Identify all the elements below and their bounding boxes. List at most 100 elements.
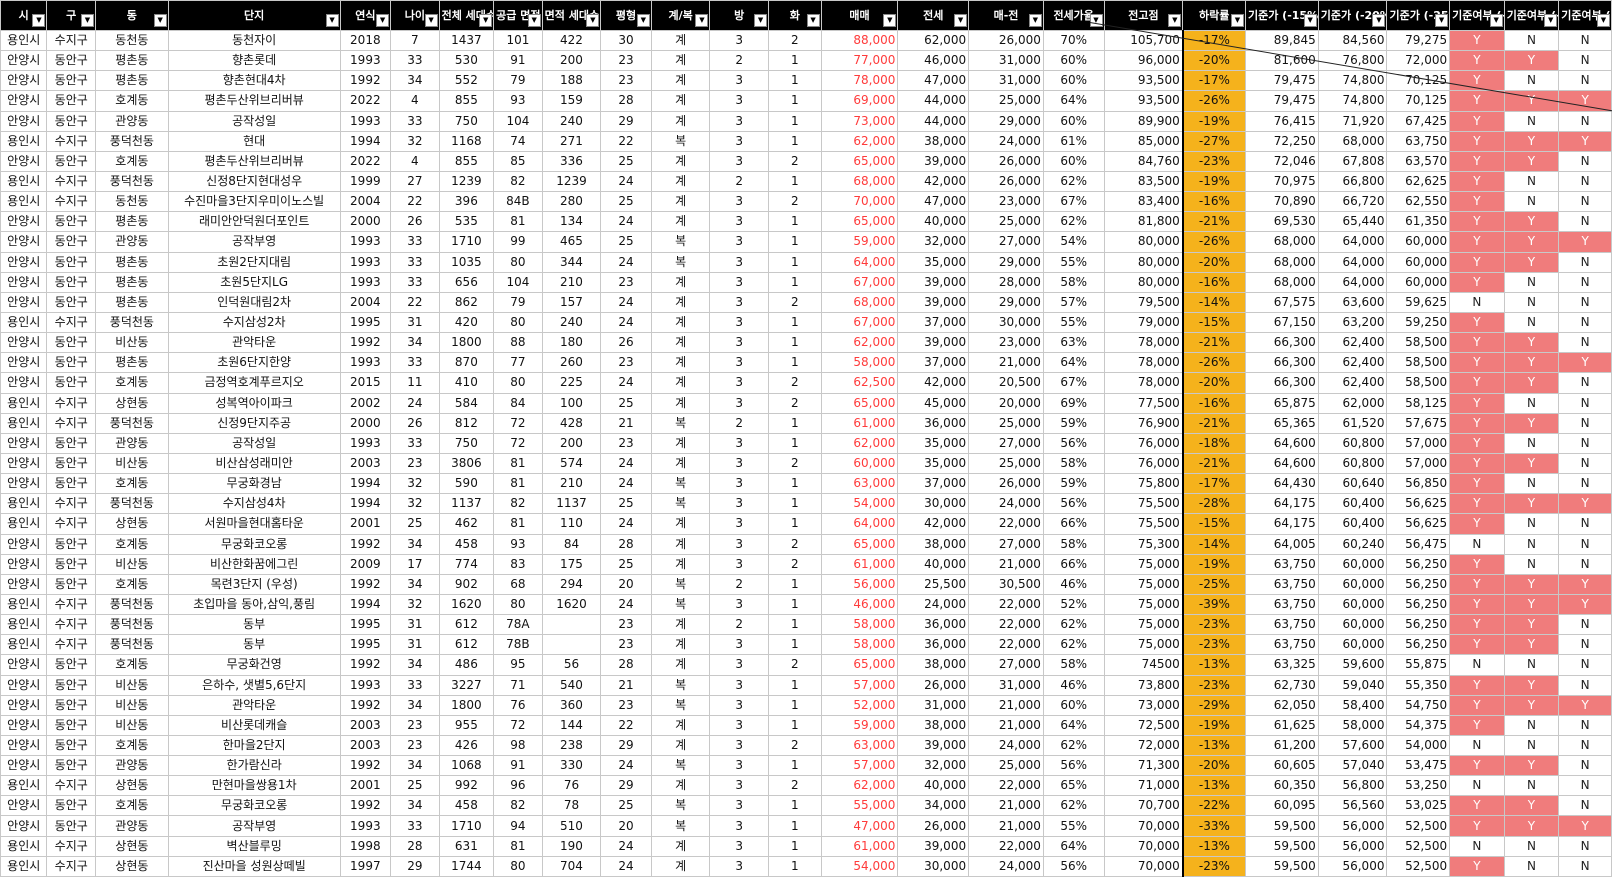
table-cell[interactable]: 복 <box>650 674 711 696</box>
table-cell[interactable]: 55,350 <box>1386 674 1451 696</box>
table-cell[interactable]: 2022 <box>339 150 392 172</box>
table-cell[interactable]: 82 <box>493 493 543 515</box>
table-cell[interactable]: 동안구 <box>46 50 96 72</box>
table-cell[interactable]: 관악타운 <box>167 694 341 716</box>
table-cell[interactable]: 53,475 <box>1386 755 1451 777</box>
table-cell[interactable]: 용인시 <box>0 634 48 656</box>
table-cell[interactable]: 1 <box>768 593 822 616</box>
table-cell[interactable]: -18% <box>1182 432 1246 454</box>
table-cell[interactable]: 80 <box>493 855 543 877</box>
table-cell[interactable]: Y <box>1449 432 1505 454</box>
table-cell[interactable]: 58,500 <box>1386 352 1451 374</box>
table-cell[interactable]: 계 <box>650 614 711 636</box>
table-cell[interactable]: 2 <box>768 775 822 797</box>
table-cell[interactable]: 96 <box>493 775 543 797</box>
table-cell[interactable]: Y <box>1449 231 1505 253</box>
table-cell[interactable]: 동안구 <box>46 271 96 293</box>
table-cell[interactable]: Y <box>1449 795 1505 817</box>
filter-dropdown-icon[interactable]: ▼ <box>1089 14 1103 27</box>
table-cell[interactable]: 60,095 <box>1244 795 1319 817</box>
table-cell[interactable]: 294 <box>541 573 602 595</box>
table-cell[interactable]: Y <box>1503 593 1560 616</box>
table-cell[interactable]: 3806 <box>438 452 495 475</box>
table-cell[interactable]: 240 <box>541 110 602 132</box>
table-cell[interactable]: N <box>1558 513 1612 535</box>
table-cell[interactable]: 안양시 <box>0 473 48 495</box>
table-cell[interactable]: 59,500 <box>1244 855 1319 877</box>
table-cell[interactable]: -21% <box>1182 211 1246 233</box>
table-cell[interactable]: 용인시 <box>0 835 48 857</box>
table-cell[interactable]: 용인시 <box>0 513 48 535</box>
table-cell[interactable]: 1992 <box>339 332 392 354</box>
table-cell[interactable]: 신정8단지현대성우 <box>167 170 341 193</box>
table-cell[interactable]: 80 <box>493 593 543 616</box>
table-cell[interactable]: 70% <box>1042 29 1105 52</box>
table-cell[interactable]: Y <box>1558 231 1612 253</box>
table-cell[interactable]: 750 <box>438 432 495 454</box>
table-cell[interactable]: 64,000 <box>820 513 899 535</box>
table-cell[interactable]: 3 <box>709 211 770 233</box>
table-cell[interactable]: 39,000 <box>897 734 970 757</box>
table-cell[interactable]: 1 <box>768 352 822 374</box>
table-cell[interactable]: 1994 <box>339 130 392 152</box>
table-cell[interactable]: 22,000 <box>968 614 1044 636</box>
table-cell[interactable]: 풍덕천동 <box>94 170 169 193</box>
table-cell[interactable]: 584 <box>438 392 495 414</box>
table-cell[interactable]: N <box>1503 553 1560 575</box>
table-cell[interactable]: 2009 <box>339 553 392 575</box>
table-cell[interactable]: 46% <box>1042 674 1105 696</box>
table-cell[interactable]: Y <box>1558 815 1612 837</box>
table-cell[interactable]: 81 <box>493 513 543 535</box>
table-cell[interactable]: Y <box>1503 372 1560 394</box>
table-cell[interactable]: 83,400 <box>1103 191 1184 213</box>
table-cell[interactable]: 1993 <box>339 674 392 696</box>
table-cell[interactable]: 25 <box>600 493 652 515</box>
filter-dropdown-icon[interactable]: ▼ <box>636 14 650 27</box>
table-cell[interactable]: N <box>1558 835 1612 857</box>
table-cell[interactable]: 60,000 <box>1317 593 1388 616</box>
table-cell[interactable]: 34 <box>390 755 440 777</box>
table-cell[interactable]: -20% <box>1182 372 1246 394</box>
table-cell[interactable]: 58,000 <box>1317 714 1388 736</box>
table-cell[interactable]: 59,000 <box>820 714 899 736</box>
table-cell[interactable]: 68,000 <box>820 291 899 313</box>
table-cell[interactable]: 66,300 <box>1244 352 1319 374</box>
table-cell[interactable]: 72 <box>493 432 543 454</box>
table-cell[interactable]: 82 <box>493 795 543 817</box>
table-cell[interactable]: 3 <box>709 634 770 656</box>
table-cell[interactable]: 240 <box>541 311 602 334</box>
table-cell[interactable]: 330 <box>541 755 602 777</box>
table-cell[interactable]: N <box>1558 29 1612 52</box>
table-cell[interactable]: 26,000 <box>968 473 1044 495</box>
table-cell[interactable]: 62,400 <box>1317 332 1388 354</box>
table-cell[interactable]: 91 <box>493 50 543 72</box>
table-cell[interactable]: 91 <box>493 755 543 777</box>
table-cell[interactable]: 76 <box>493 694 543 716</box>
table-cell[interactable]: 72,000 <box>1386 50 1451 72</box>
table-cell[interactable]: 36,000 <box>897 412 970 434</box>
table-cell[interactable]: N <box>1558 191 1612 213</box>
table-cell[interactable]: 동안구 <box>46 795 96 817</box>
table-cell[interactable]: 용인시 <box>0 593 48 616</box>
table-cell[interactable]: 1 <box>768 311 822 334</box>
table-cell[interactable]: 23 <box>600 50 652 72</box>
table-cell[interactable]: 37,000 <box>897 473 970 495</box>
table-cell[interactable]: 용인시 <box>0 412 48 434</box>
table-cell[interactable]: Y <box>1503 493 1560 515</box>
table-cell[interactable]: 59,000 <box>820 231 899 253</box>
table-cell[interactable]: 540 <box>541 674 602 696</box>
table-cell[interactable]: 관양동 <box>94 815 169 837</box>
table-cell[interactable]: 2 <box>768 392 822 414</box>
table-cell[interactable]: 61,000 <box>820 553 899 575</box>
table-cell[interactable]: 96,000 <box>1103 50 1184 72</box>
table-cell[interactable]: 58% <box>1042 654 1105 676</box>
table-cell[interactable]: 7 <box>390 29 440 52</box>
table-cell[interactable]: 3 <box>709 231 770 253</box>
table-cell[interactable]: 76,415 <box>1244 110 1319 132</box>
table-cell[interactable]: 42,000 <box>897 372 970 394</box>
table-cell[interactable]: 84 <box>493 392 543 414</box>
table-cell[interactable]: 64,000 <box>1317 231 1388 253</box>
table-cell[interactable]: 24 <box>600 855 652 877</box>
table-cell[interactable]: -14% <box>1182 291 1246 313</box>
table-cell[interactable]: 2002 <box>339 392 392 414</box>
